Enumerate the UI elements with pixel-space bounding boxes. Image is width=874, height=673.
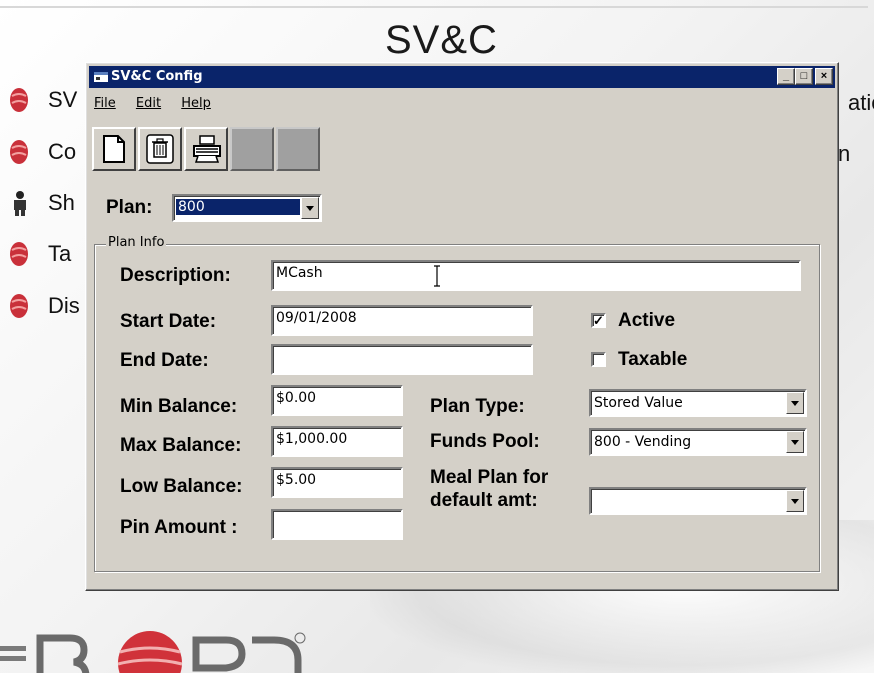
trash-icon <box>146 134 174 164</box>
menu-bar: File Edit Help <box>94 96 227 116</box>
maximize-button[interactable]: □ <box>795 68 813 85</box>
taxable-checkbox[interactable] <box>591 352 606 367</box>
description-field[interactable]: MCash <box>271 260 801 291</box>
disabled-toolbar-button[interactable] <box>276 127 320 171</box>
company-logo <box>0 631 306 673</box>
new-document-icon <box>103 135 125 163</box>
background-top-border <box>0 6 868 8</box>
close-button[interactable]: × <box>815 68 833 85</box>
min-balance-field[interactable]: $0.00 <box>271 385 403 416</box>
chevron-down-icon[interactable] <box>301 197 319 219</box>
low-balance-label: Low Balance: <box>120 476 243 497</box>
funds-pool-select[interactable]: 800 - Vending <box>589 428 807 456</box>
max-balance-field[interactable]: $1,000.00 <box>271 426 403 457</box>
sv-c-config-dialog: SV&C Config _ □ × File Edit Help Plan: 8… <box>85 62 839 591</box>
meal-plan-select[interactable] <box>589 487 807 515</box>
background-right-fragment: n <box>838 141 851 166</box>
active-checkbox[interactable]: ✓ <box>591 313 606 328</box>
red-bullet-icon <box>10 294 28 318</box>
pin-amount-field[interactable] <box>271 509 403 540</box>
new-button[interactable] <box>92 127 136 171</box>
background-menu-label: Ta <box>48 241 72 266</box>
low-balance-field[interactable]: $5.00 <box>271 467 403 498</box>
red-bullet-icon <box>10 140 28 164</box>
meal-plan-label-line1: Meal Plan for <box>430 467 549 488</box>
delete-button[interactable] <box>138 127 182 171</box>
text-cursor-icon <box>434 265 440 287</box>
min-balance-label: Min Balance: <box>120 396 238 417</box>
plan-info-legend: Plan Info <box>106 235 167 250</box>
menu-file[interactable]: File <box>94 96 116 111</box>
chevron-down-icon[interactable] <box>786 490 804 512</box>
menu-file-label: File <box>94 96 116 111</box>
background-app-title: SV&C <box>385 18 498 62</box>
plan-type-label: Plan Type: <box>430 396 525 417</box>
chevron-down-icon[interactable] <box>786 392 804 414</box>
red-bullet-icon <box>10 88 28 112</box>
menu-help-label: Help <box>181 96 211 111</box>
meal-plan-label-line2: default amt: <box>430 490 538 511</box>
plan-label: Plan: <box>106 197 153 218</box>
menu-edit-label: Edit <box>135 96 162 111</box>
red-bullet-icon <box>10 242 28 266</box>
start-date-field[interactable]: 09/01/2008 <box>271 305 533 336</box>
menu-edit[interactable]: Edit <box>136 96 161 111</box>
minimize-button[interactable]: _ <box>777 68 795 85</box>
menu-help[interactable]: Help <box>181 96 211 111</box>
chevron-down-icon[interactable] <box>786 431 804 453</box>
plan-type-value: Stored Value <box>594 395 683 411</box>
print-button[interactable] <box>184 127 228 171</box>
end-date-field[interactable] <box>271 344 533 375</box>
app-window-icon <box>94 72 108 82</box>
funds-pool-label: Funds Pool: <box>430 431 540 452</box>
plan-type-select[interactable]: Stored Value <box>589 389 807 417</box>
max-balance-label: Max Balance: <box>120 435 242 456</box>
plan-select-value: 800 <box>176 199 300 215</box>
disabled-toolbar-button[interactable] <box>230 127 274 171</box>
funds-pool-value: 800 - Vending <box>594 434 692 450</box>
background-menu-label: SV <box>48 87 78 112</box>
start-date-label: Start Date: <box>120 311 217 332</box>
end-date-label: End Date: <box>120 350 209 371</box>
background-menu-label: Dis <box>48 293 80 318</box>
person-icon <box>14 191 26 216</box>
dialog-title: SV&C Config <box>111 69 203 84</box>
background-right-fragment: atic <box>848 90 874 115</box>
description-label: Description: <box>120 265 231 286</box>
pin-amount-label: Pin Amount : <box>120 517 238 538</box>
dialog-titlebar[interactable]: SV&C Config _ □ × <box>89 66 835 88</box>
printer-icon <box>193 135 221 163</box>
background-menu-label: Sh <box>48 190 75 215</box>
active-label: Active <box>618 310 676 331</box>
plan-select[interactable]: 800 <box>172 194 322 222</box>
taxable-label: Taxable <box>618 349 688 370</box>
background-menu-label: Co <box>48 139 77 164</box>
